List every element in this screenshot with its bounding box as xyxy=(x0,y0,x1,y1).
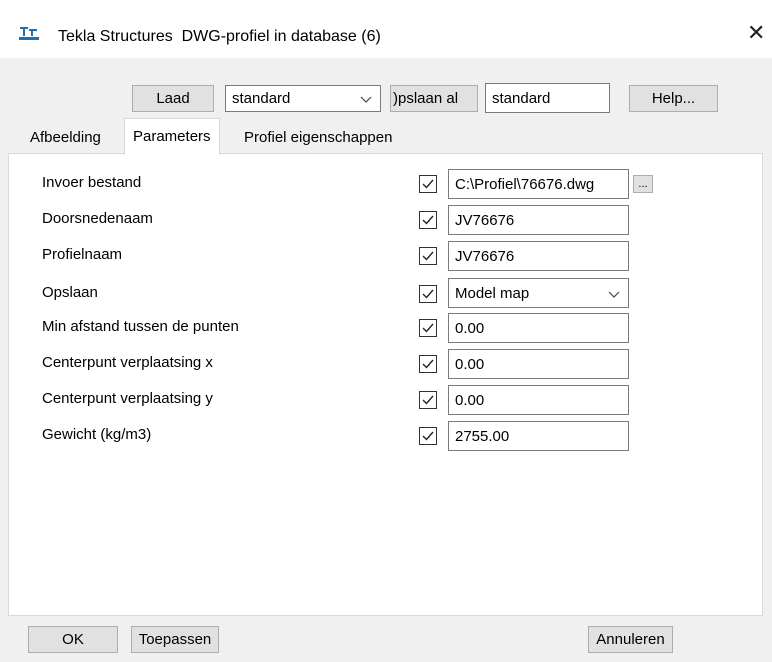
help-button[interactable]: Help... xyxy=(629,85,718,112)
param-label-profielnaam: Profielnaam xyxy=(42,246,123,263)
param-input-gewicht[interactable]: 2755.00 xyxy=(448,421,629,451)
tab-profiel-eigenschappen[interactable]: Profiel eigenschappen xyxy=(236,122,400,153)
checkmark-icon xyxy=(422,395,434,405)
param-input-centerpunt-y[interactable]: 0.00 xyxy=(448,385,629,415)
param-checkbox-invoer-bestand[interactable] xyxy=(419,175,437,193)
param-label-doorsnedenaam: Doorsnedenaam xyxy=(42,210,153,227)
checkmark-icon xyxy=(422,215,434,225)
cancel-button[interactable]: Annuleren xyxy=(588,626,673,653)
chevron-down-icon xyxy=(360,96,372,103)
checkmark-icon xyxy=(422,251,434,261)
param-label-centerpunt-x: Centerpunt verplaatsing x xyxy=(42,354,213,371)
param-checkbox-centerpunt-y[interactable] xyxy=(419,391,437,409)
tab-parameters[interactable]: Parameters xyxy=(124,118,220,155)
param-checkbox-centerpunt-x[interactable] xyxy=(419,355,437,373)
param-label-min-afstand: Min afstand tussen de punten xyxy=(42,318,239,335)
param-label-opslaan: Opslaan xyxy=(42,284,98,301)
param-input-doorsnedenaam[interactable]: JV76676 xyxy=(448,205,629,235)
apply-button[interactable]: Toepassen xyxy=(131,626,219,653)
param-select-opslaan-value: Model map xyxy=(455,284,530,302)
param-checkbox-gewicht[interactable] xyxy=(419,427,437,445)
checkmark-icon xyxy=(422,431,434,441)
param-checkbox-min-afstand[interactable] xyxy=(419,319,437,337)
save-as-name-input[interactable]: standard xyxy=(485,83,610,113)
load-button[interactable]: Laad xyxy=(132,85,214,112)
browse-button[interactable]: ... xyxy=(633,175,653,193)
param-input-centerpunt-x[interactable]: 0.00 xyxy=(448,349,629,379)
window-title: Tekla Structures DWG-profiel in database… xyxy=(58,28,381,45)
tab-afbeelding[interactable]: Afbeelding xyxy=(22,122,109,153)
preset-select[interactable]: standard xyxy=(225,85,381,112)
checkmark-icon xyxy=(422,179,434,189)
param-checkbox-profielnaam[interactable] xyxy=(419,247,437,265)
checkmark-icon xyxy=(422,359,434,369)
tekla-logo-icon xyxy=(19,27,39,40)
param-checkbox-doorsnedenaam[interactable] xyxy=(419,211,437,229)
param-input-profielnaam[interactable]: JV76676 xyxy=(448,241,629,271)
close-icon[interactable]: ✕ xyxy=(747,22,765,44)
param-select-opslaan[interactable]: Model map xyxy=(448,278,629,308)
chevron-down-icon xyxy=(608,291,620,298)
param-label-gewicht: Gewicht (kg/m3) xyxy=(42,426,152,443)
param-input-invoer-bestand[interactable]: C:\Profiel\76676.dwg xyxy=(448,169,629,199)
title-bar: Tekla Structures DWG-profiel in database… xyxy=(0,0,772,58)
param-label-centerpunt-y: Centerpunt verplaatsing y xyxy=(42,390,213,407)
save-as-button[interactable]: )pslaan al xyxy=(390,85,478,112)
param-label-invoer-bestand: Invoer bestand xyxy=(42,174,142,191)
ok-button[interactable]: OK xyxy=(28,626,118,653)
checkmark-icon xyxy=(422,289,434,299)
checkmark-icon xyxy=(422,323,434,333)
param-checkbox-opslaan[interactable] xyxy=(419,285,437,303)
param-input-min-afstand[interactable]: 0.00 xyxy=(448,313,629,343)
preset-select-value: standard xyxy=(232,90,291,107)
